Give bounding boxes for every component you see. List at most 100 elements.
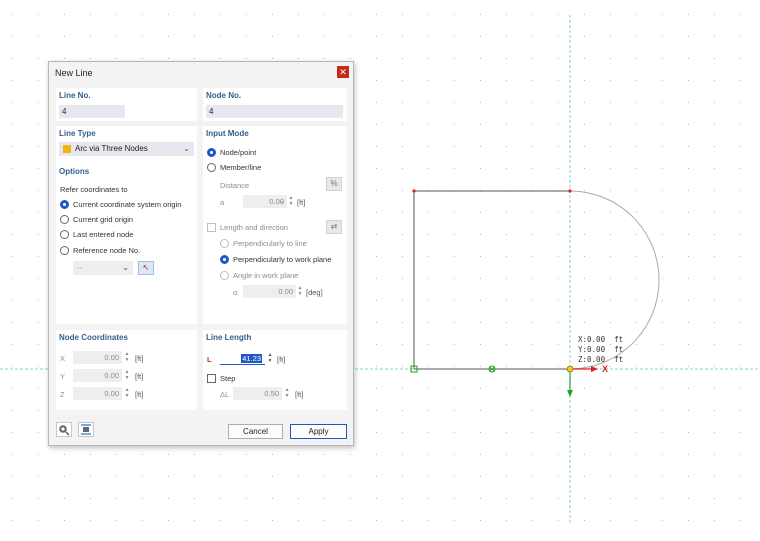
line-length-label: Line Length [206, 333, 252, 342]
reference-node-select[interactable]: -- ⌄ [73, 261, 133, 275]
cancel-button[interactable]: Cancel [228, 424, 283, 439]
grid-dot [532, 14, 533, 15]
pick-node-button[interactable]: ↖ [138, 261, 154, 275]
resize-grip-icon[interactable]: ⋰ [345, 438, 351, 445]
alpha-input[interactable]: 0.00 [243, 285, 296, 298]
grid-dot [558, 410, 559, 411]
line-1[interactable] [413, 190, 570, 369]
grid-dot [376, 432, 377, 433]
radio-perp-line[interactable] [220, 239, 229, 248]
grid-dot [428, 102, 429, 103]
alpha-spinner[interactable]: ▲ ▼ [296, 285, 304, 298]
footer-tool-2-button[interactable] [78, 422, 94, 437]
grid-dot [506, 366, 507, 367]
radio-perp-work-plane[interactable] [220, 255, 229, 264]
grid-dot [402, 322, 403, 323]
grid-dot [506, 410, 507, 411]
grid-dot [402, 410, 403, 411]
grid-dot [272, 498, 273, 499]
grid-dot [454, 146, 455, 147]
grid-dot [688, 388, 689, 389]
grid-dot [532, 256, 533, 257]
footer-tool-1-button[interactable] [56, 422, 72, 437]
grid-dot [12, 520, 13, 521]
grid-dot [454, 102, 455, 103]
dialog-titlebar[interactable]: New Line ✕ [49, 62, 353, 84]
grid-dot [740, 278, 741, 279]
grid-dot [324, 520, 325, 521]
grid-dot [584, 124, 585, 125]
radio-last-node[interactable] [60, 230, 69, 239]
grid-dot [558, 80, 559, 81]
grid-dot [246, 58, 247, 59]
node-no-input[interactable]: 4 [206, 105, 343, 118]
grid-dot [454, 36, 455, 37]
grid-dot [480, 212, 481, 213]
grid-dot [12, 432, 13, 433]
distance-a-spinner[interactable]: ▲ ▼ [287, 195, 295, 208]
grid-dot [454, 410, 455, 411]
radio-node-point[interactable] [207, 148, 216, 157]
grid-dot [480, 344, 481, 345]
coord-x-spinner[interactable]: ▲ ▼ [123, 351, 131, 364]
delta-l-input[interactable]: 0.50 [233, 387, 282, 400]
grid-dot [662, 300, 663, 301]
line-no-input[interactable]: 4 [59, 105, 125, 118]
grid-dot [12, 80, 13, 81]
grid-dot [532, 454, 533, 455]
radio-angle-work-plane[interactable] [220, 271, 229, 280]
radio-member-line[interactable] [207, 163, 216, 172]
coord-y-spinner[interactable]: ▲ ▼ [123, 369, 131, 382]
grid-dot [636, 322, 637, 323]
grid-dot [12, 388, 13, 389]
radio-reference-node[interactable] [60, 246, 69, 255]
coord-y-input[interactable]: 0.00 [73, 369, 122, 382]
grid-dot [480, 146, 481, 147]
grid-dot [64, 476, 65, 477]
length-l-input[interactable]: 41.23 [220, 352, 265, 365]
swap-direction-button[interactable]: ⇄ [326, 220, 342, 234]
node-2[interactable] [568, 189, 572, 193]
grid-dot [428, 212, 429, 213]
radio-perp-line-label: Perpendicularly to line [233, 239, 307, 248]
grid-dot [402, 300, 403, 301]
grid-dot [662, 190, 663, 191]
grid-dot [584, 146, 585, 147]
grid-dot [558, 498, 559, 499]
x-axis-label: X [602, 364, 609, 374]
grid-dot [662, 410, 663, 411]
grid-dot [532, 388, 533, 389]
grid-dot [38, 432, 39, 433]
length-direction-checkbox[interactable] [207, 223, 216, 232]
grid-dot [688, 14, 689, 15]
coord-x-input[interactable]: 0.00 [73, 351, 122, 364]
apply-button[interactable]: Apply [290, 424, 347, 439]
grid-dot [740, 102, 741, 103]
radio-coord-system-origin[interactable] [60, 200, 69, 209]
length-l-spinner[interactable]: ▲ ▼ [266, 352, 274, 365]
close-button[interactable]: ✕ [337, 66, 349, 78]
delta-l-spinner[interactable]: ▲ ▼ [283, 387, 291, 400]
input-mode-label: Input Mode [206, 129, 249, 138]
grid-dot [584, 102, 585, 103]
grid-dot [688, 102, 689, 103]
grid-dot [12, 498, 13, 499]
radio-grid-origin[interactable] [60, 215, 69, 224]
node-1[interactable] [412, 189, 416, 193]
grid-dot [324, 476, 325, 477]
coord-z-spinner[interactable]: ▲ ▼ [123, 387, 131, 400]
step-label: Step [220, 374, 236, 383]
line-type-select[interactable]: Arc via Three Nodes ⌄ [59, 142, 194, 156]
grid-dot [636, 432, 637, 433]
percent-toggle-button[interactable]: % [326, 177, 342, 191]
step-checkbox[interactable] [207, 374, 216, 383]
coord-z-label: Z [60, 390, 65, 399]
reference-node-value: -- [77, 263, 83, 272]
grid-dot [480, 322, 481, 323]
grid-dot [688, 454, 689, 455]
x-axis-arrowhead-icon [591, 366, 598, 372]
coord-z-input[interactable]: 0.00 [73, 387, 122, 400]
grid-dot [480, 432, 481, 433]
grid-dot [402, 190, 403, 191]
grid-dot [376, 190, 377, 191]
